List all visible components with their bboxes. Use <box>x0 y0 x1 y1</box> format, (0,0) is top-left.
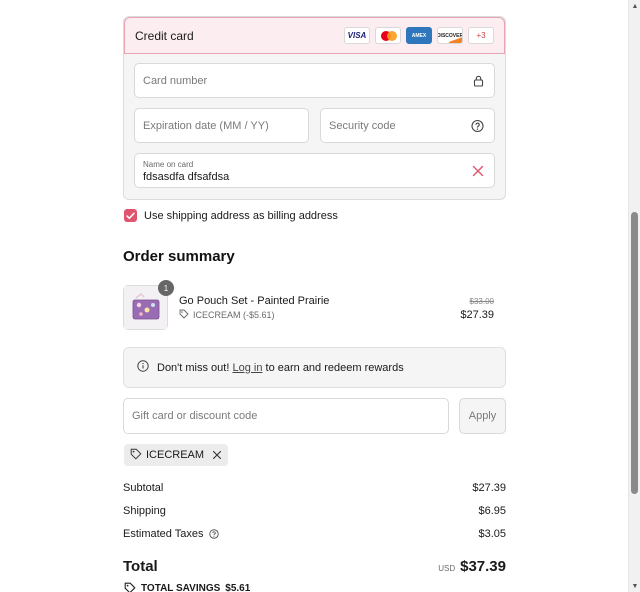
name-on-card-label: Name on card <box>143 160 194 169</box>
rewards-banner: Don't miss out! Log in to earn and redee… <box>123 347 506 388</box>
discount-code-placeholder: Gift card or discount code <box>132 410 258 422</box>
total-currency: USD <box>438 564 456 573</box>
total-row: Total USD $37.39 <box>123 558 506 575</box>
rewards-prefix: Don't miss out! <box>157 361 230 374</box>
security-code-placeholder: Security code <box>329 119 396 132</box>
shipping-value: $6.95 <box>478 505 506 517</box>
product-price: $27.39 <box>460 309 494 321</box>
subtotal-label: Subtotal <box>123 482 164 494</box>
card-logos: VISA AMEX DISCOVER +3 <box>344 27 494 44</box>
info-icon <box>137 360 149 375</box>
amex-logo-icon: AMEX <box>406 27 432 44</box>
taxes-label: Estimated Taxes <box>123 528 204 540</box>
savings-value: $5.61 <box>225 582 251 592</box>
security-code-field[interactable]: Security code <box>320 108 495 143</box>
remove-code-icon[interactable] <box>212 450 222 460</box>
applied-code-chip: ICECREAM <box>124 444 229 466</box>
discount-code-input[interactable]: Gift card or discount code <box>123 398 449 434</box>
expiration-placeholder: Expiration date (MM / YY) <box>143 119 269 132</box>
billing-checkbox[interactable] <box>124 209 137 222</box>
savings-label: TOTAL SAVINGS <box>141 582 221 592</box>
subtotal-row: Subtotal $27.39 <box>123 482 506 494</box>
credit-card-option[interactable]: Credit card VISA AMEX DISCOVER +3 <box>124 17 505 54</box>
total-label: Total <box>123 558 158 575</box>
visa-logo-icon: VISA <box>344 27 370 44</box>
scrollbar-thumb[interactable] <box>631 212 638 494</box>
shipping-label: Shipping <box>123 505 166 517</box>
billing-checkbox-label: Use shipping address as billing address <box>144 209 338 222</box>
mastercard-logo-icon <box>375 27 401 44</box>
quantity-badge: 1 <box>158 280 174 296</box>
tag-icon <box>130 448 142 463</box>
order-summary-title: Order summary <box>123 248 235 265</box>
name-on-card-field[interactable]: Name on card fdsasdfa dfsafdsa <box>134 153 495 188</box>
product-image: 1 <box>123 280 174 330</box>
page-scrollbar[interactable]: ▲ ▼ <box>628 0 640 592</box>
name-on-card-value: fdsasdfa dfsafdsa <box>143 171 230 183</box>
product-discount-label: ICECREAM (-$5.61) <box>193 310 275 320</box>
credit-card-panel: Credit card VISA AMEX DISCOVER +3 Card n… <box>123 16 506 200</box>
taxes-value: $3.05 <box>478 528 506 540</box>
taxes-row: Estimated Taxes $3.05 <box>123 528 506 540</box>
help-circle-icon[interactable] <box>208 529 219 539</box>
product-discount: ICECREAM (-$5.61) <box>179 309 275 321</box>
product-original-price: $33.00 <box>469 297 494 306</box>
scroll-down-arrow-icon[interactable]: ▼ <box>629 580 640 592</box>
total-savings: TOTAL SAVINGS $5.61 <box>124 582 250 592</box>
payment-method-title: Credit card <box>135 28 194 43</box>
card-number-field[interactable]: Card number <box>134 63 495 98</box>
tag-icon <box>124 582 136 592</box>
help-circle-icon[interactable] <box>471 119 484 132</box>
discover-logo-icon: DISCOVER <box>437 27 463 44</box>
login-link[interactable]: Log in <box>232 362 262 374</box>
card-number-placeholder: Card number <box>143 74 208 87</box>
shipping-row: Shipping $6.95 <box>123 505 506 517</box>
lock-icon <box>473 75 484 87</box>
rewards-suffix: to earn and redeem rewards <box>265 361 404 374</box>
error-x-icon <box>472 165 484 177</box>
expiration-date-field[interactable]: Expiration date (MM / YY) <box>134 108 309 143</box>
tag-icon <box>179 309 189 321</box>
product-name: Go Pouch Set - Painted Prairie <box>179 295 330 307</box>
apply-button[interactable]: Apply <box>459 398 506 434</box>
scroll-up-arrow-icon[interactable]: ▲ <box>629 0 640 12</box>
more-cards-badge: +3 <box>468 27 494 44</box>
total-value: $37.39 <box>460 558 506 575</box>
checkout-page: Credit card VISA AMEX DISCOVER +3 Card n… <box>0 0 628 592</box>
subtotal-value: $27.39 <box>472 482 506 494</box>
applied-code-label: ICECREAM <box>146 449 205 461</box>
billing-address-option[interactable]: Use shipping address as billing address <box>124 209 338 222</box>
